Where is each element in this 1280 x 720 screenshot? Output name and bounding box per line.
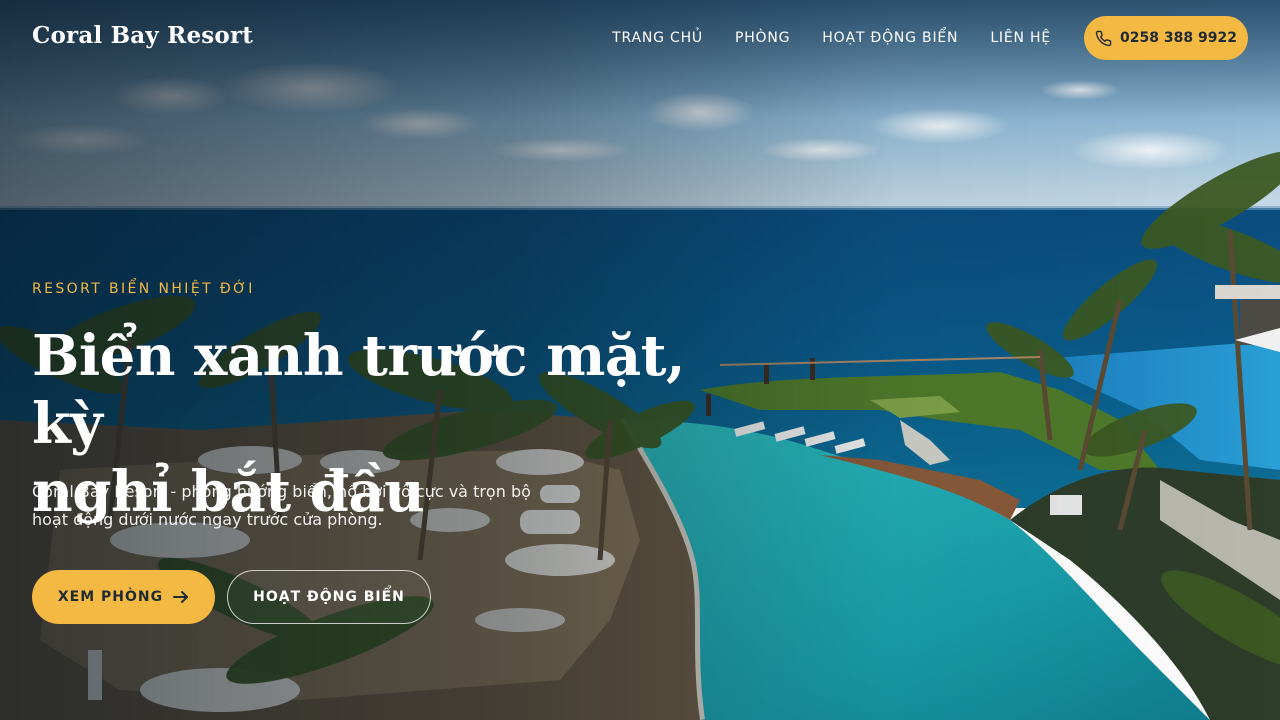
main-nav: TRANG CHỦ PHÒNG HOẠT ĐỘNG BIỂN LIÊN HỆ bbox=[612, 28, 1051, 48]
phone-icon bbox=[1095, 30, 1112, 46]
hero-description: Coral Bay Resort - phòng hướng biển, hồ … bbox=[32, 482, 531, 529]
arrow-right-icon bbox=[173, 591, 189, 603]
hero-headline-line-1: Biển xanh trước mặt, kỳ bbox=[32, 323, 685, 457]
site-header: Coral Bay Resort TRANG CHỦ PHÒNG HOẠT ĐỘ… bbox=[0, 0, 1280, 76]
sea-activities-label: HOẠT ĐỘNG BIỂN bbox=[253, 589, 405, 605]
sea-activities-button[interactable]: HOẠT ĐỘNG BIỂN bbox=[227, 570, 431, 624]
nav-item-contact[interactable]: LIÊN HỆ bbox=[990, 28, 1051, 48]
hero-eyebrow: RESORT BIỂN NHIỆT ĐỚI bbox=[32, 281, 255, 297]
phone-number: 0258 388 9922 bbox=[1120, 30, 1237, 46]
view-rooms-label: XEM PHÒNG bbox=[57, 589, 164, 605]
site-logo[interactable]: Coral Bay Resort bbox=[32, 22, 253, 49]
nav-item-sea-activities[interactable]: HOẠT ĐỘNG BIỂN bbox=[822, 28, 958, 48]
nav-item-rooms[interactable]: PHÒNG bbox=[735, 28, 790, 48]
view-rooms-button[interactable]: XEM PHÒNG bbox=[32, 570, 215, 624]
hero-section: Coral Bay Resort TRANG CHỦ PHÒNG HOẠT ĐỘ… bbox=[0, 0, 1280, 720]
nav-item-home[interactable]: TRANG CHỦ bbox=[612, 28, 703, 48]
phone-button[interactable]: 0258 388 9922 bbox=[1084, 16, 1248, 60]
